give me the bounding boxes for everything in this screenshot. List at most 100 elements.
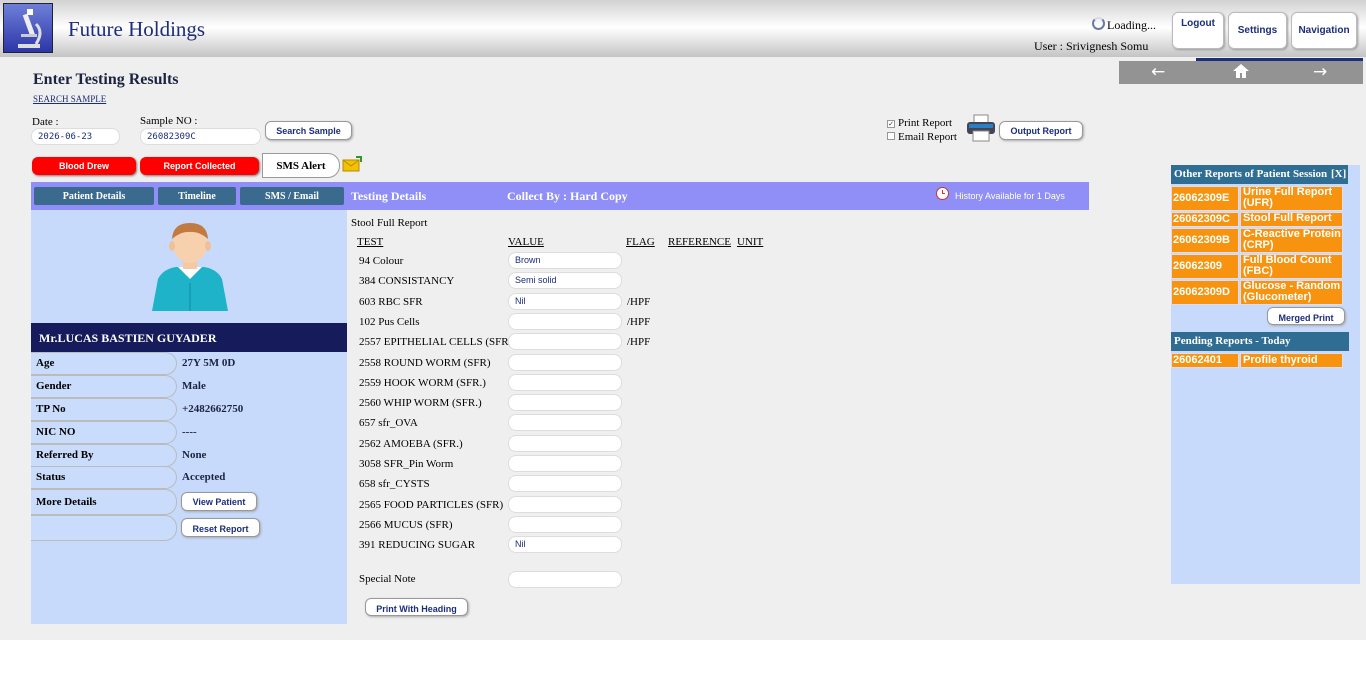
test-value-input[interactable] [508,434,622,452]
nic-no-value: ---- [182,426,197,438]
test-name: 102 Pus Cells [359,315,420,328]
empty-row-label [31,515,177,541]
envelope-icon[interactable] [342,156,362,175]
patient-name: Mr.LUCAS BASTIEN GUYADER [31,323,347,352]
patient-avatar-icon [151,219,229,316]
column-value: VALUE [508,236,544,248]
special-note-label: Special Note [359,573,416,585]
status-label: Status [31,466,177,489]
gender-label: Gender [31,375,177,398]
test-name: 3058 SFR_Pin Worm [359,458,454,470]
user-label: User : Srivignesh Somu [1034,39,1149,53]
nic-no-label: NIC NO [31,421,177,444]
referred-by-label: Referred By [31,444,177,467]
reset-report-button[interactable]: Reset Report [181,518,260,537]
tab-sms-email[interactable]: SMS / Email [240,187,344,205]
age-label: Age [31,352,177,375]
print-with-heading-button[interactable]: Print With Heading [365,598,468,616]
test-name: 2565 FOOD PARTICLES (SFR) [359,498,504,511]
other-report-name[interactable]: C-Reactive Protein (CRP) [1240,228,1343,253]
view-patient-button[interactable]: View Patient [181,492,257,511]
date-label: Date : [32,116,59,128]
output-report-button[interactable]: Output Report [999,121,1083,140]
test-value-input[interactable] [508,353,622,371]
other-report-name[interactable]: Urine Full Report (UFR) [1240,186,1343,211]
other-report-name[interactable]: Stool Full Report [1240,212,1343,227]
test-name: 2566 MUCUS (SFR) [359,518,453,531]
test-unit: /HPF [627,315,651,328]
test-value-input[interactable] [508,312,622,330]
referred-by-value: None [182,449,207,461]
nav-accent [1196,58,1363,61]
company-name: Future Holdings [68,17,206,41]
arrow-left-icon[interactable]: ← [1151,62,1165,82]
column-flag: FLAG [626,236,655,248]
other-report-id[interactable]: 26062309E [1171,186,1239,211]
test-name: 2559 HOOK WORM (SFR.) [359,376,486,389]
print-report-checkbox[interactable]: ✓ [887,120,895,128]
blood-drew-button[interactable]: Blood Drew [32,157,136,175]
arrow-right-icon[interactable]: → [1313,62,1327,82]
test-value-input[interactable] [508,475,622,493]
test-name: 2560 WHIP WORM (SFR.) [359,397,482,410]
printer-icon[interactable] [966,114,996,145]
collect-by-label: Collect By : Hard Copy [507,189,628,203]
search-sample-button[interactable]: Search Sample [265,121,352,140]
test-value-input[interactable]: Nil [508,292,622,310]
header-bar: Future Holdings Loading... User : Srivig… [0,0,1366,57]
other-report-id[interactable]: 26062309B [1171,228,1239,253]
report-collected-button[interactable]: Report Collected [140,157,259,175]
pending-reports-title: Pending Reports - Today [1171,332,1349,351]
sample-no-input[interactable]: 26082309C [140,128,261,145]
test-name: 658 sfr_CYSTS [359,478,430,491]
test-value-input[interactable]: Semi solid [508,272,622,290]
pending-report-id[interactable]: 26062401 [1171,353,1239,368]
test-value-input[interactable] [508,495,622,513]
other-report-id[interactable]: 26062309C [1171,212,1239,227]
tab-timeline[interactable]: Timeline [158,187,236,205]
email-report-label: Email Report [898,131,957,143]
search-sample-link[interactable]: SEARCH SAMPLE [33,94,106,104]
logout-button[interactable]: Logout [1172,12,1224,49]
test-value-input[interactable] [508,414,622,432]
column-unit: UNIT [737,236,764,248]
test-value-input[interactable]: Nil [508,536,622,554]
test-name: 94 Colour [359,255,404,267]
email-report-option[interactable]: Email Report [887,131,957,143]
column-reference: REFERENCE [668,236,731,248]
tp-no-value: +2482662750 [182,403,244,415]
test-unit: /HPF [627,295,651,308]
test-value-input[interactable] [508,333,622,351]
test-value-input[interactable] [508,373,622,391]
special-note-input[interactable] [508,571,622,588]
tp-no-label: TP No [31,398,177,421]
loading-indicator: Loading... [1092,17,1156,33]
test-name: 603 RBC SFR [359,295,423,308]
loading-text: Loading... [1107,18,1156,32]
other-report-name[interactable]: Glucose - Random (Glucometer) [1240,280,1343,305]
test-value-input[interactable]: Brown [508,252,622,269]
pending-report-name[interactable]: Profile thyroid [1240,353,1343,368]
test-name: 2562 AMOEBA (SFR.) [359,437,463,450]
clock-icon [936,187,949,203]
other-report-id[interactable]: 26062309D [1171,280,1239,305]
other-report-name[interactable]: Full Blood Count (FBC) [1240,254,1343,279]
print-report-option[interactable]: ✓ Print Report [887,117,952,129]
close-other-reports-button[interactable]: [X] [1329,165,1348,184]
microscope-logo-icon [3,3,53,53]
email-report-checkbox[interactable] [887,132,895,140]
merged-print-button[interactable]: Merged Print [1267,307,1345,325]
test-value-input[interactable] [508,394,622,412]
tab-patient-details[interactable]: Patient Details [34,187,154,205]
test-value-input[interactable] [508,455,622,472]
test-value-input[interactable] [508,515,622,533]
home-icon[interactable] [1231,61,1251,86]
history-available-label: History Available for 1 Days [955,191,1065,201]
page-title: Enter Testing Results [33,71,179,88]
date-input[interactable]: 2026-06-23 [31,128,120,145]
sample-no-label: Sample NO : [140,115,198,127]
settings-button[interactable]: Settings [1228,12,1287,49]
other-report-id[interactable]: 26062309 [1171,254,1239,279]
sms-alert-button[interactable]: SMS Alert [262,153,340,178]
navigation-button[interactable]: Navigation [1291,12,1357,49]
